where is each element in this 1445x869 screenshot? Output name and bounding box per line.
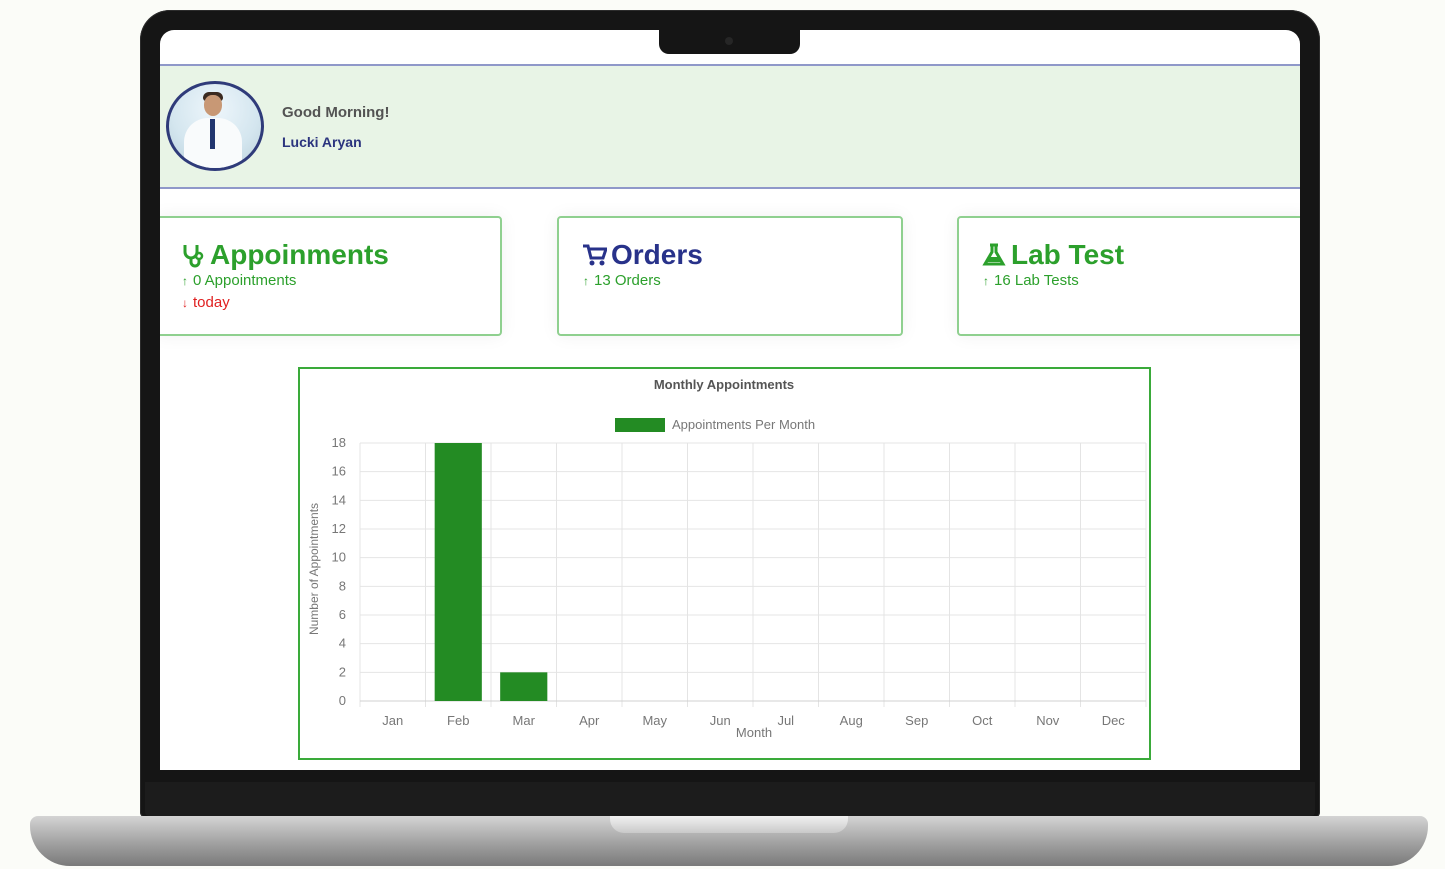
lab-test-stat: ↑ 16 Lab Tests xyxy=(983,272,1079,290)
x-tick-label: Feb xyxy=(447,713,469,728)
stethoscope-icon xyxy=(183,245,204,268)
bar-chart: Monthly Appointments Appointments Per Mo… xyxy=(307,377,1147,740)
y-axis-label: Number of Appointments xyxy=(307,503,321,635)
y-tick-label: 18 xyxy=(332,435,346,450)
x-tick-label: Aug xyxy=(840,713,863,728)
y-tick-label: 0 xyxy=(339,693,346,708)
user-name[interactable]: Lucki Aryan xyxy=(282,134,362,150)
laptop-screen: Good Morning! Lucki Aryan Appoinments ↑ … xyxy=(160,30,1300,770)
y-tick-label: 12 xyxy=(332,521,346,536)
appointments-card[interactable]: Appoinments ↑ 0 Appointments ↓ today xyxy=(160,216,502,336)
cart-icon xyxy=(583,244,607,266)
orders-card[interactable]: Orders ↑ 13 Orders xyxy=(557,216,903,336)
orders-card-title: Orders xyxy=(611,239,703,270)
y-tick-label: 4 xyxy=(339,636,346,651)
x-tick-label: Mar xyxy=(513,713,536,728)
y-tick-label: 2 xyxy=(339,664,346,679)
camera-notch xyxy=(659,28,800,54)
appointments-stat: ↑ 0 Appointments xyxy=(182,272,296,290)
y-axis-ticks: 0 2 4 6 8 10 12 14 16 18 xyxy=(332,435,346,708)
appointments-note: ↓ today xyxy=(182,294,230,312)
y-tick-label: 6 xyxy=(339,607,346,622)
appointments-card-title: Appoinments xyxy=(210,239,389,270)
arrow-up-icon: ↑ xyxy=(983,274,989,288)
greeting-header: Good Morning! Lucki Aryan xyxy=(160,64,1300,189)
monthly-appointments-chart: Monthly Appointments Appointments Per Mo… xyxy=(298,367,1151,760)
x-tick-label: Apr xyxy=(579,713,600,728)
arrow-up-icon: ↑ xyxy=(182,274,188,288)
y-tick-label: 10 xyxy=(332,550,346,565)
lab-test-count: 16 Lab Tests xyxy=(994,272,1079,289)
laptop-trackpad-notch xyxy=(610,816,848,833)
legend-label: Appointments Per Month xyxy=(672,417,815,432)
lab-test-card[interactable]: Lab Test ↑ 16 Lab Tests xyxy=(957,216,1300,336)
orders-count: 13 Orders xyxy=(594,272,661,289)
x-tick-label: Jan xyxy=(382,713,403,728)
y-tick-label: 14 xyxy=(332,492,346,507)
x-axis-label: Month xyxy=(736,725,772,740)
arrow-down-icon: ↓ xyxy=(182,296,188,310)
laptop-chin xyxy=(145,782,1315,816)
appointments-today-label: today xyxy=(193,294,230,311)
x-tick-label: Jul xyxy=(777,713,794,728)
camera-icon xyxy=(725,37,733,45)
avatar-tie xyxy=(210,119,215,149)
appointments-count: 0 Appointments xyxy=(193,272,297,289)
avatar-head xyxy=(204,95,222,116)
orders-stat: ↑ 13 Orders xyxy=(583,272,661,290)
chart-title: Monthly Appointments xyxy=(654,377,794,392)
x-tick-label: Sep xyxy=(905,713,928,728)
legend-swatch xyxy=(615,418,665,432)
x-tick-label: May xyxy=(642,713,667,728)
bar-mar[interactable] xyxy=(500,672,548,701)
bar-feb[interactable] xyxy=(434,443,482,701)
greeting-text: Good Morning! xyxy=(282,104,390,121)
y-tick-label: 8 xyxy=(339,578,346,593)
x-tick-label: Jun xyxy=(710,713,731,728)
y-tick-label: 16 xyxy=(332,464,346,479)
lab-test-card-title: Lab Test xyxy=(1011,239,1125,270)
doctor-avatar xyxy=(166,81,264,171)
x-tick-label: Dec xyxy=(1102,713,1126,728)
arrow-up-icon: ↑ xyxy=(583,274,589,288)
x-tick-label: Nov xyxy=(1036,713,1060,728)
x-tick-label: Oct xyxy=(972,713,993,728)
flask-icon xyxy=(982,243,1006,266)
